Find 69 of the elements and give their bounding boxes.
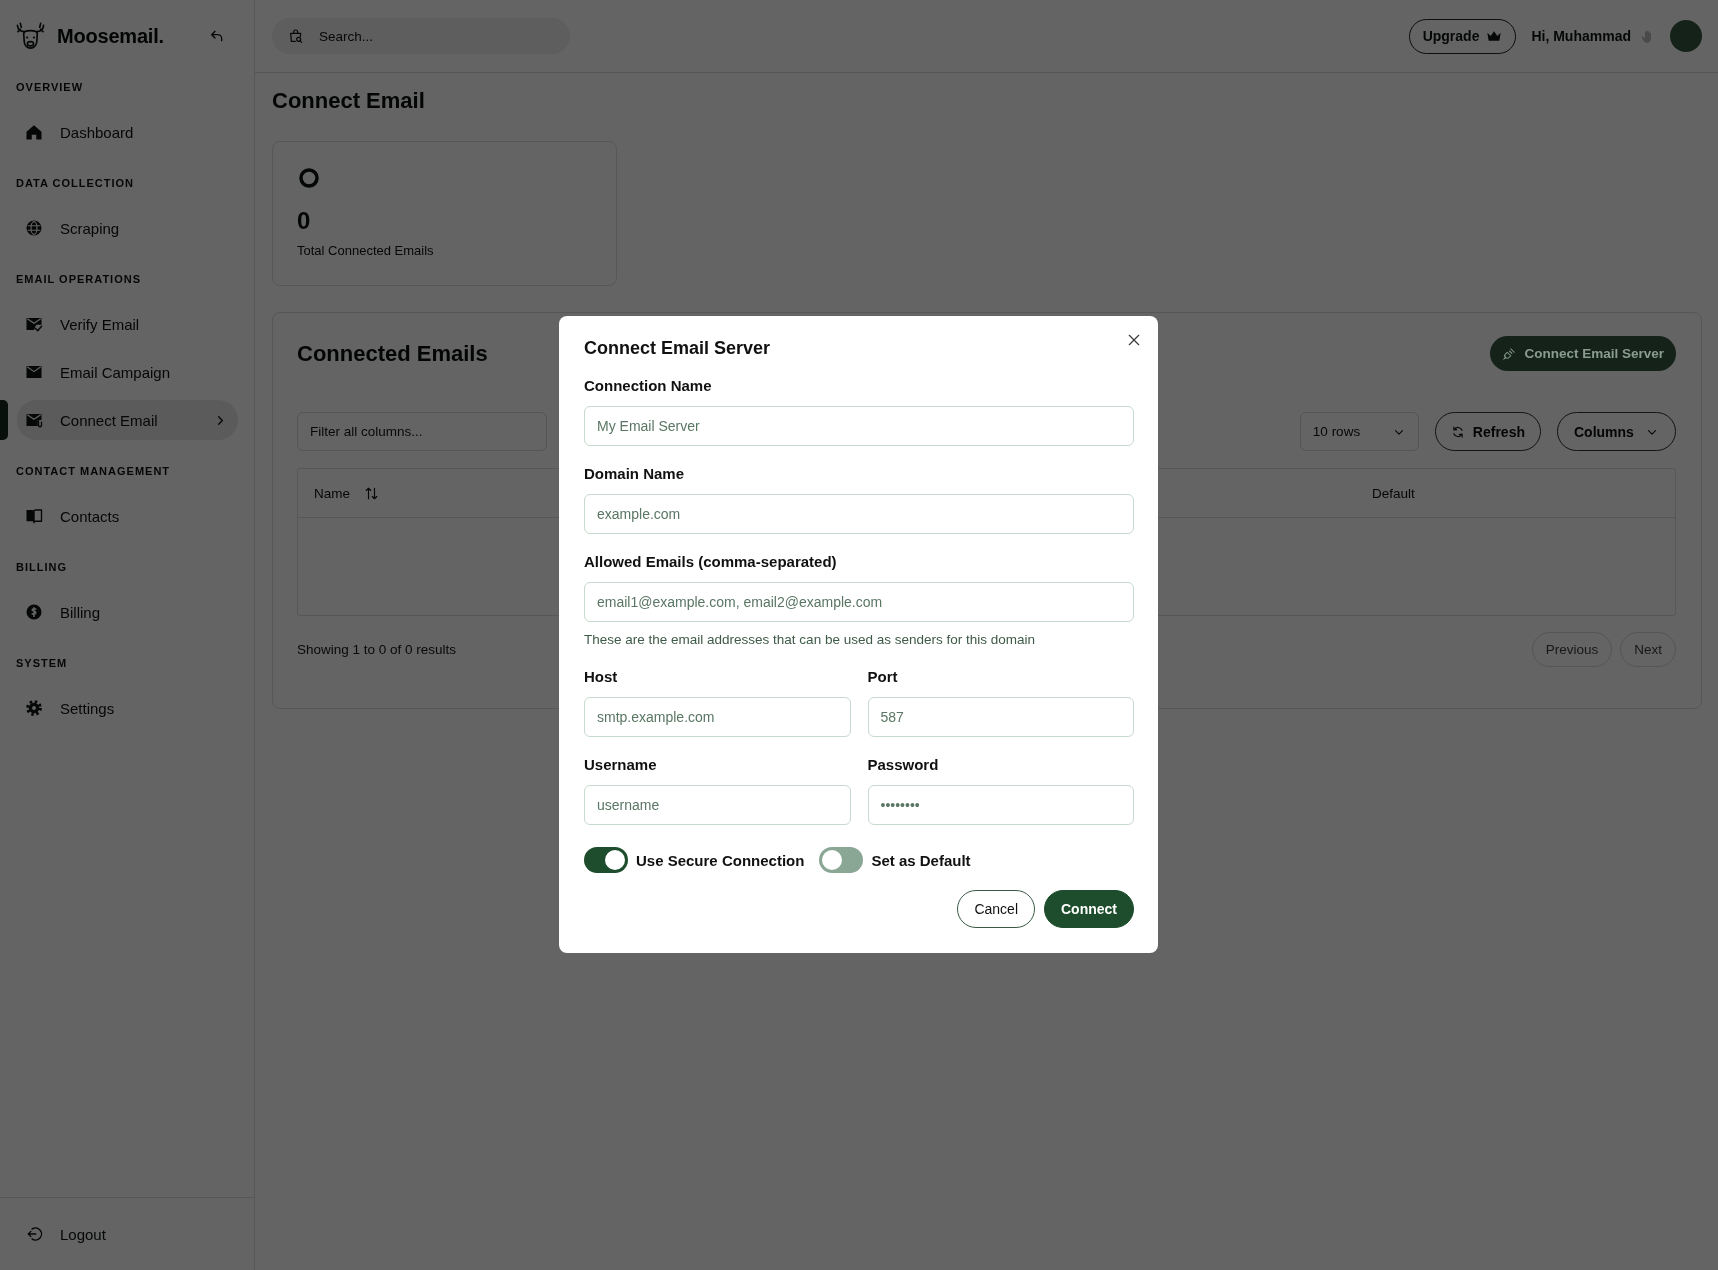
toggle-label: Set as Default (871, 851, 971, 869)
brand-name: Moosemail. (57, 24, 164, 48)
sidebar-item[interactable]: Email Campaign (17, 352, 238, 392)
card-title: Connected Emails (297, 340, 488, 367)
column-header: Default (1371, 485, 1416, 503)
sidebar-item[interactable]: Settings (17, 688, 238, 728)
input-field[interactable]: example.com (584, 494, 1134, 534)
input-field[interactable]: email1@example.com, email2@example.com (584, 582, 1134, 622)
toggle-switch[interactable] (819, 847, 864, 873)
stat-label: Total Connected Emails (297, 243, 434, 259)
avatar-icon[interactable] (1670, 20, 1702, 52)
rows-select[interactable]: 10 rows (1299, 412, 1419, 451)
logout-item[interactable]: Logout (26, 1225, 106, 1243)
section-heading: CONTACT MANAGEMENT (16, 464, 171, 478)
refresh-icon (1450, 424, 1465, 439)
envelope-link-icon (25, 411, 43, 429)
cancel-button[interactable]: Cancel (957, 890, 1035, 928)
section-heading: DATA COLLECTION (16, 176, 135, 190)
sidebar-item[interactable]: Billing (17, 592, 238, 632)
search-field[interactable]: Search... (272, 18, 570, 54)
stat-value: 0 (297, 207, 311, 235)
field-label: Allowed Emails (comma-separated) (584, 552, 837, 572)
back-arrow-icon[interactable] (209, 28, 225, 44)
field-label: Host (584, 667, 618, 687)
connect-server-button[interactable]: Connect Email Server (1490, 336, 1676, 371)
input-field[interactable]: My Email Server (584, 406, 1134, 446)
mail-check-icon (25, 315, 43, 333)
greeting-text: Hi, Muhammad (1531, 28, 1631, 44)
chevron-right-icon (215, 414, 226, 426)
results-summary: Showing 1 to 0 of 0 results (297, 642, 457, 657)
field-label: Connection Name (584, 376, 712, 396)
section-heading: OVERVIEW (16, 80, 84, 94)
filter-field[interactable]: Filter all columns... (297, 412, 547, 451)
envelope-icon (25, 363, 43, 381)
moose-icon (15, 20, 46, 52)
section-heading: EMAIL OPERATIONS (16, 272, 141, 286)
sidebar-item[interactable]: Dashboard (17, 112, 238, 152)
page-title: Connect Email (272, 87, 425, 115)
globe-icon (25, 219, 43, 237)
field-label: Username (584, 755, 657, 775)
sidebar-item[interactable]: Contacts (17, 496, 238, 536)
settings-icon (25, 699, 43, 717)
input-field[interactable]: •••••••• (867, 785, 1134, 825)
dollar-icon (25, 603, 43, 621)
sidebar-item[interactable]: Verify Email (17, 304, 238, 344)
logout-icon (26, 1225, 44, 1243)
toggle-switch[interactable] (584, 847, 628, 873)
close-icon[interactable] (1128, 334, 1140, 346)
section-heading: SYSTEM (16, 656, 68, 670)
sidebar-item[interactable]: Connect Email (17, 400, 238, 440)
dialog-title: Connect Email Server (584, 337, 771, 360)
help-text: These are the email addresses that can be used as senders for this domain (584, 631, 1035, 649)
input-field[interactable]: 587 (867, 697, 1134, 737)
section-heading: BILLING (16, 560, 67, 574)
column-header[interactable]: Name (298, 469, 383, 518)
ring-icon (299, 168, 319, 188)
connect-button[interactable]: Connect (1044, 890, 1134, 928)
field-label: Domain Name (584, 464, 685, 484)
sidebar-item[interactable]: Scraping (17, 208, 238, 248)
field-label: Port (867, 667, 898, 687)
plug-icon (1502, 346, 1517, 361)
field-label: Password (867, 755, 939, 775)
sort-icon[interactable] (364, 486, 379, 501)
input-field[interactable]: smtp.example.com (584, 697, 851, 737)
home-icon (25, 123, 43, 141)
search-icon (288, 28, 304, 44)
input-field[interactable]: username (584, 785, 851, 825)
toggle-label: Use Secure Connection (636, 851, 805, 869)
book-icon (25, 507, 43, 525)
